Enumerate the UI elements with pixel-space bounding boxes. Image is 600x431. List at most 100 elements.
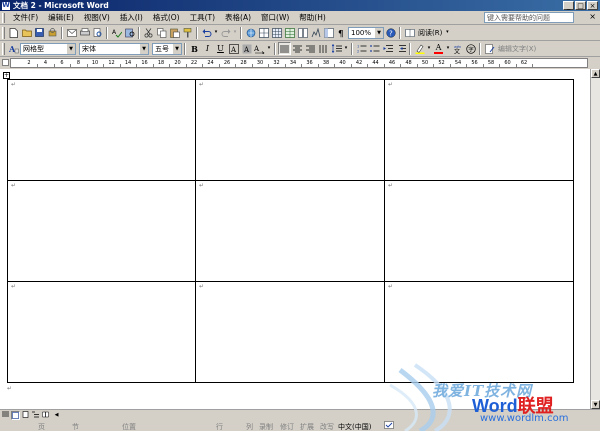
chevron-down-icon[interactable]: ▼ [375,27,383,38]
edit-text-icon[interactable] [483,42,496,55]
align-center-icon[interactable] [291,42,304,55]
reading-layout-view-icon[interactable] [41,411,50,420]
bullets-icon[interactable] [368,42,381,55]
drawing-icon[interactable] [309,26,322,39]
table-cell[interactable]: ↵ [384,281,574,383]
menu-edit[interactable]: 编辑(E) [43,12,79,23]
table-cell[interactable]: ↵ [384,180,574,282]
horizontal-ruler[interactable]: 2 4 6 8 10 12 14 16 18 20 22 24 26 28 30 32 34 36 38 40 42 44… [10,58,588,68]
spelling-grammar-icon[interactable]: A [110,26,123,39]
document-table[interactable]: ↵ ↵ ↵ ↵ ↵ ↵ ↵ ↵ ↵ [7,79,574,383]
save-icon[interactable] [33,26,46,39]
cut-icon[interactable] [142,26,155,39]
read-mode-button[interactable]: 阅读(R) [416,28,444,38]
insert-table-icon[interactable] [270,26,283,39]
character-scaling-icon[interactable]: A [253,42,266,55]
status-language[interactable]: 中文(中国) [338,422,371,431]
align-justify-icon[interactable] [278,42,291,55]
maximize-button[interactable]: □ [575,1,586,10]
insert-excel-icon[interactable] [283,26,296,39]
phonetic-guide-icon[interactable]: wén 文 [451,42,464,55]
status-extend[interactable]: 扩展 [300,422,314,431]
highlight-icon[interactable] [413,42,426,55]
tables-borders-icon[interactable] [257,26,270,39]
document-map-icon[interactable] [322,26,335,39]
new-document-icon[interactable] [7,26,20,39]
zoom-select[interactable]: 100% ▼ [348,26,384,39]
undo-icon[interactable] [200,26,213,39]
distributed-align-icon[interactable] [317,42,330,55]
email-icon[interactable] [65,26,78,39]
show-hide-marks-icon[interactable]: ¶ [335,26,348,39]
styles-formatting-icon[interactable]: A [7,42,20,55]
bold-button[interactable]: B [188,42,201,55]
underline-button[interactable]: U [214,42,227,55]
status-track-changes[interactable]: 修订 [280,422,294,431]
table-cell[interactable]: ↵ [195,79,385,181]
menu-window[interactable]: 窗口(W) [256,12,294,23]
chevron-down-icon[interactable]: ▼ [140,43,148,54]
help-question-input[interactable]: 键入需要帮助的问题 [484,12,574,23]
outline-view-icon[interactable] [31,411,40,420]
line-spacing-dropdown-icon[interactable]: ▾ [343,42,349,55]
menu-file[interactable]: 文件(F) [8,12,43,23]
table-cell[interactable]: ↵ [7,79,196,181]
document-close-icon[interactable]: × [589,12,596,21]
line-spacing-icon[interactable] [330,42,343,55]
menu-insert[interactable]: 插入(I) [115,12,148,23]
normal-view-icon[interactable] [1,411,10,420]
copy-icon[interactable] [155,26,168,39]
paste-icon[interactable] [168,26,181,39]
character-shading-icon[interactable]: A [240,42,253,55]
table-cell[interactable]: ↵ [7,281,196,383]
menu-view[interactable]: 视图(V) [79,12,115,23]
italic-button[interactable]: I [201,42,214,55]
insert-hyperlink-icon[interactable] [244,26,257,39]
toolbar-options-icon[interactable]: ▾ [444,26,450,39]
increase-indent-icon[interactable] [394,42,407,55]
print-icon[interactable] [78,26,91,39]
open-folder-icon[interactable] [20,26,33,39]
redo-icon[interactable] [219,26,232,39]
status-overtype[interactable]: 改写 [320,422,334,431]
close-button[interactable]: × [587,1,598,10]
read-mode-icon[interactable] [403,26,416,39]
menu-tools[interactable]: 工具(T) [185,12,220,23]
font-size-select[interactable]: 五号 ▼ [152,42,182,55]
help-icon[interactable]: ? [384,26,397,39]
table-move-handle-icon[interactable]: + [3,72,10,79]
scaling-dropdown-icon[interactable]: ▾ [266,42,272,55]
minimize-button[interactable]: _ [563,1,574,10]
scroll-left-icon[interactable]: ◀ [52,411,61,420]
print-layout-view-icon[interactable] [21,410,30,420]
menubar-grip[interactable] [2,12,5,23]
numbering-icon[interactable]: 12 [355,42,368,55]
decrease-indent-icon[interactable] [381,42,394,55]
table-cell[interactable]: ↵ [7,180,196,282]
print-preview-icon[interactable] [91,26,104,39]
font-select[interactable]: 宋体 ▼ [79,42,149,55]
research-icon[interactable] [123,26,136,39]
permission-icon[interactable] [46,26,59,39]
style-select[interactable]: 网格型 ▼ [20,42,76,55]
scroll-up-icon[interactable]: ▲ [591,69,600,78]
menu-help[interactable]: 帮助(H) [294,12,331,23]
align-right-icon[interactable] [304,42,317,55]
columns-icon[interactable] [296,26,309,39]
font-color-icon[interactable]: A [432,42,445,55]
redo-dropdown-icon[interactable]: ▾ [232,26,238,39]
toolbar-grip[interactable] [2,42,5,55]
chevron-down-icon[interactable]: ▼ [67,43,75,54]
menu-table[interactable]: 表格(A) [220,12,256,23]
chevron-down-icon[interactable]: ▼ [173,43,181,54]
menu-format[interactable]: 格式(O) [148,12,185,23]
edit-text-button[interactable]: 编辑文字(X) [496,44,538,54]
vertical-scrollbar[interactable]: ▲ ▼ [590,69,600,409]
table-cell[interactable]: ↵ [195,180,385,282]
table-cell[interactable]: ↵ [195,281,385,383]
status-record[interactable]: 录制 [259,422,273,431]
spelling-status-icon[interactable] [384,421,394,431]
web-layout-view-icon[interactable] [11,410,20,420]
tab-selector[interactable] [2,59,9,66]
character-border-icon[interactable]: A [227,42,240,55]
